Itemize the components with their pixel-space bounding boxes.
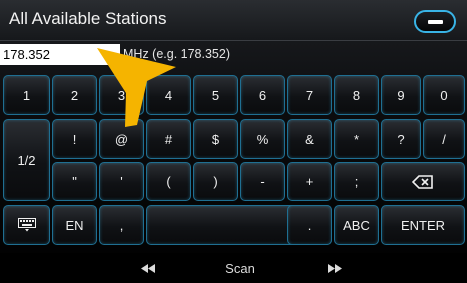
key-4[interactable]: 4 — [146, 75, 191, 115]
key-percent[interactable]: % — [240, 119, 285, 159]
key-asterisk[interactable]: * — [334, 119, 379, 159]
key-period[interactable]: . — [287, 205, 332, 245]
backspace-key[interactable] — [381, 162, 465, 201]
key-8[interactable]: 8 — [334, 75, 379, 115]
keyboard: 1 2 3 4 5 6 7 8 9 0 1/2 ! @ # $ % & * ? … — [0, 75, 467, 251]
key-7[interactable]: 7 — [287, 75, 332, 115]
key-5[interactable]: 5 — [193, 75, 238, 115]
key-open-paren[interactable]: ( — [146, 162, 191, 201]
keyboard-toggle-key[interactable] — [3, 205, 50, 245]
keyboard-icon — [17, 218, 36, 232]
scan-button[interactable]: Scan — [205, 257, 275, 279]
rewind-icon — [141, 263, 155, 273]
page-title: All Available Stations — [9, 9, 167, 28]
seek-back-button[interactable] — [128, 257, 168, 279]
key-hash[interactable]: # — [146, 119, 191, 159]
key-semicolon[interactable]: ; — [334, 162, 379, 201]
key-0[interactable]: 0 — [423, 75, 465, 115]
abc-key[interactable]: ABC — [334, 205, 379, 245]
key-at[interactable]: @ — [99, 119, 144, 159]
key-question[interactable]: ? — [381, 119, 421, 159]
minus-icon — [428, 20, 443, 24]
key-9[interactable]: 9 — [381, 75, 421, 115]
shift-key[interactable]: 1/2 — [3, 119, 50, 201]
key-2[interactable]: 2 — [52, 75, 97, 115]
key-plus[interactable]: + — [287, 162, 332, 201]
key-double-quote[interactable]: " — [52, 162, 97, 201]
backspace-icon — [412, 174, 433, 189]
language-key[interactable]: EN — [52, 205, 97, 245]
key-slash[interactable]: / — [423, 119, 465, 159]
frequency-input[interactable]: 178.352 — [0, 44, 120, 65]
key-exclamation[interactable]: ! — [52, 119, 97, 159]
frequency-hint: MHz (e.g. 178.352) — [123, 47, 230, 61]
key-single-quote[interactable]: ' — [99, 162, 144, 201]
minimize-button[interactable] — [414, 10, 456, 33]
seek-forward-button[interactable] — [315, 257, 355, 279]
title-bar: All Available Stations — [0, 0, 467, 41]
key-3[interactable]: 3 — [99, 75, 144, 115]
key-1[interactable]: 1 — [3, 75, 50, 115]
key-ampersand[interactable]: & — [287, 119, 332, 159]
key-6[interactable]: 6 — [240, 75, 285, 115]
key-minus[interactable]: - — [240, 162, 285, 201]
fast-forward-icon — [328, 263, 342, 273]
enter-key[interactable]: ENTER — [381, 205, 465, 245]
key-comma[interactable]: , — [99, 205, 144, 245]
screen: All Available Stations 178.352 MHz (e.g.… — [0, 0, 467, 283]
key-dollar[interactable]: $ — [193, 119, 238, 159]
key-close-paren[interactable]: ) — [193, 162, 238, 201]
bottom-bar: Scan — [0, 253, 467, 283]
